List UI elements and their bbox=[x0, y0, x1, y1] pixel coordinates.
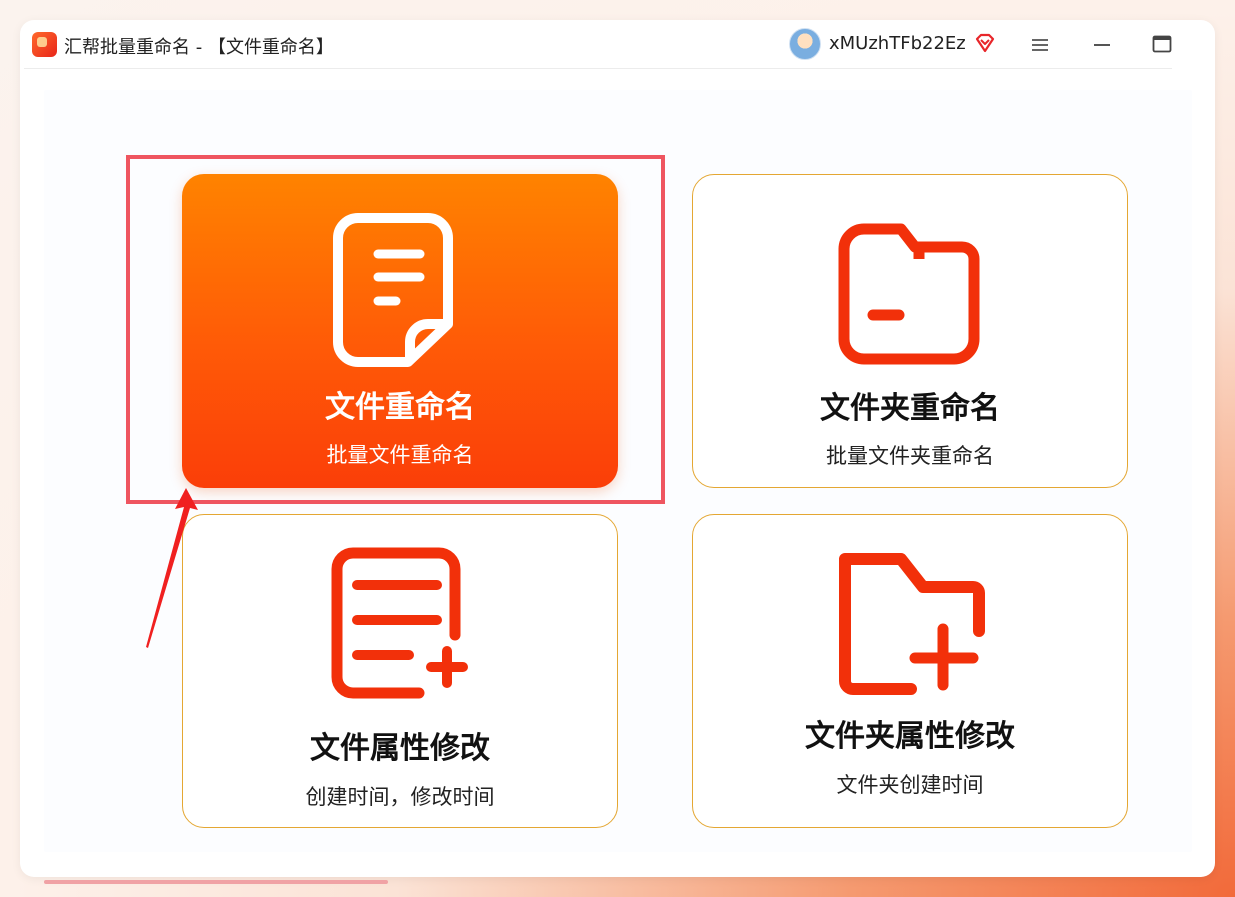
username-label[interactable]: xMUzhTFb22Ez bbox=[829, 33, 966, 54]
title-bar: 汇帮批量重命名 - 【文件重命名】 xMUzhTFb22Ez bbox=[24, 22, 1172, 69]
file-attributes-card[interactable]: 文件属性修改 创建时间，修改时间 bbox=[182, 514, 618, 828]
card-title: 文件夹属性修改 bbox=[805, 719, 1015, 754]
folder-attributes-card[interactable]: 文件夹属性修改 文件夹创建时间 bbox=[692, 514, 1128, 828]
card-title: 文件重命名 bbox=[325, 390, 475, 425]
window-title: 汇帮批量重命名 - 【文件重命名】 bbox=[64, 37, 334, 58]
maximize-icon[interactable] bbox=[1152, 34, 1172, 54]
hamburger-menu-icon[interactable] bbox=[1030, 36, 1050, 54]
card-title: 文件属性修改 bbox=[310, 731, 490, 766]
minimize-icon[interactable] bbox=[1092, 36, 1112, 54]
user-avatar-icon[interactable] bbox=[789, 28, 821, 60]
folder-rename-card[interactable]: 文件夹重命名 批量文件夹重命名 bbox=[692, 174, 1128, 488]
card-subtitle: 批量文件夹重命名 bbox=[826, 444, 994, 468]
horizontal-scrollbar[interactable] bbox=[44, 880, 388, 884]
card-subtitle: 批量文件重命名 bbox=[326, 443, 474, 467]
card-subtitle: 文件夹创建时间 bbox=[836, 773, 984, 797]
vip-diamond-icon[interactable] bbox=[974, 32, 996, 54]
file-rename-card[interactable]: 文件重命名 批量文件重命名 bbox=[182, 174, 618, 488]
card-title: 文件夹重命名 bbox=[820, 391, 1000, 426]
card-subtitle: 创建时间，修改时间 bbox=[305, 785, 495, 809]
app-logo-icon bbox=[32, 32, 57, 57]
